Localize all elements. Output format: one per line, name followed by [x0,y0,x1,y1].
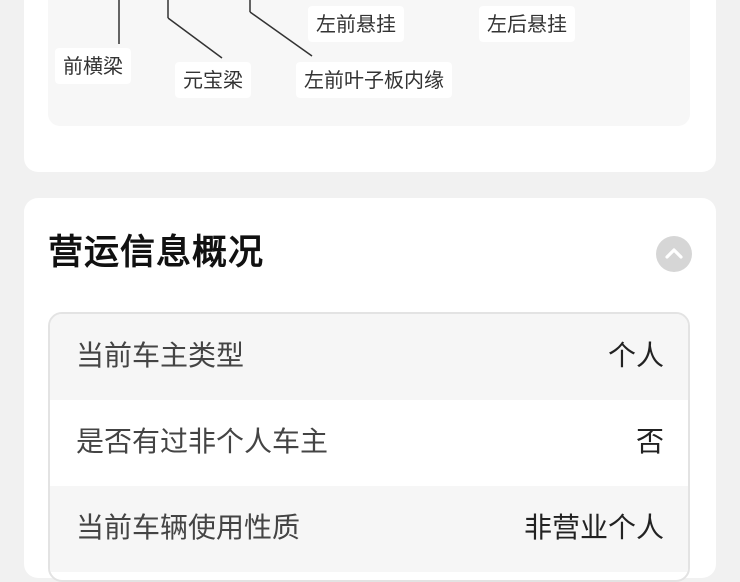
info-value: 非营业个人 [523,511,664,544]
operation-info-table: 当前车主类型 个人 是否有过非个人车主 否 当前车辆使用性质 非营业个人 [48,312,690,582]
info-label: 是否有过非个人车主 [76,425,329,458]
diagram-label-front-crossbeam: 前横梁 [55,48,131,84]
collapse-button[interactable] [656,236,692,272]
info-row-owner-type: 当前车主类型 个人 [50,314,688,400]
operation-info-title: 营运信息概况 [48,233,265,273]
info-row-usage-nature: 当前车辆使用性质 非营业个人 [50,486,688,572]
chevron-up-icon [665,248,683,259]
diagram-label-yuanbao-beam: 元宝梁 [175,62,251,98]
diagram-label-left-front-leaf-spring-inner: 左前叶子板内缘 [296,62,452,98]
info-value: 否 [635,425,664,458]
info-label: 当前车辆使用性质 [76,511,301,544]
info-label: 当前车主类型 [76,339,245,372]
info-value: 个人 [607,339,664,372]
diagram-label-left-rear-suspension: 左后悬挂 [479,6,575,42]
info-row-non-personal-owner: 是否有过非个人车主 否 [50,400,688,486]
diagram-label-left-front-suspension: 左前悬挂 [308,6,404,42]
